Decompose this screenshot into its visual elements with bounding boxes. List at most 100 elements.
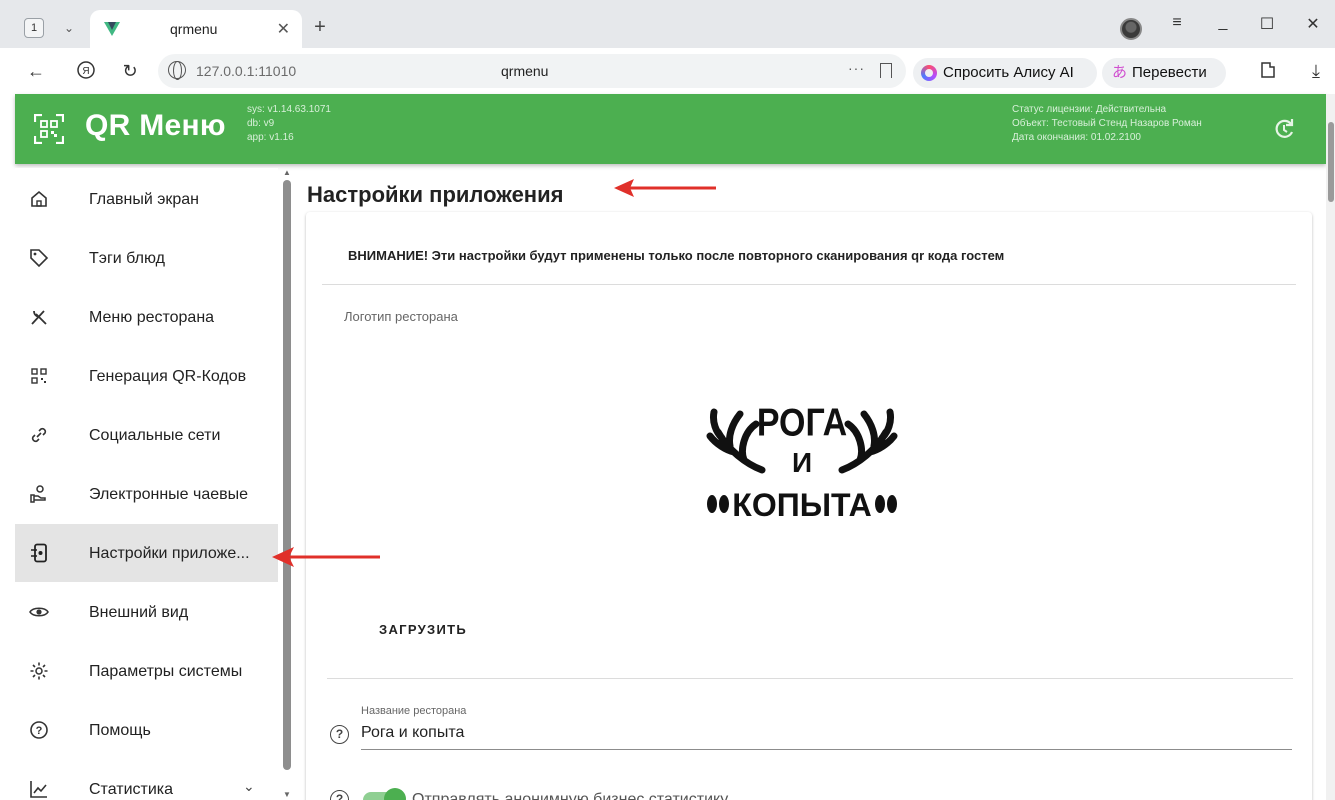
sidebar-item-label: Статистика xyxy=(89,781,174,798)
help-icon: ? xyxy=(30,721,48,739)
extensions-icon[interactable] xyxy=(1256,60,1280,85)
sidebar-item-app-settings[interactable]: Настройки приложе... xyxy=(15,524,278,582)
gear-icon xyxy=(30,662,48,680)
browser-tab[interactable]: qrmenu ✕ xyxy=(90,10,302,48)
reload-icon[interactable]: ↻ xyxy=(118,60,142,82)
sidebar-item-label: Параметры системы xyxy=(89,663,243,680)
address-bar[interactable]: 127.0.0.1:11010 qrmenu ··· xyxy=(158,54,906,88)
close-window-icon[interactable]: ✕ xyxy=(1298,14,1328,34)
sidebar-item-label: Настройки приложе... xyxy=(89,545,250,562)
address-page-title: qrmenu xyxy=(501,63,549,79)
app-version: app: v1.16 xyxy=(247,132,294,143)
sidebar-item-social[interactable]: Социальные сети xyxy=(15,406,278,464)
ask-alice-label: Спросить Алису AI xyxy=(943,64,1074,81)
sys-version: sys: v1.14.63.1071 xyxy=(247,104,331,115)
logo-text-line-3: КОПЫТА xyxy=(732,487,871,523)
chevron-down-icon[interactable]: ⌄ xyxy=(243,778,255,795)
page-scrollbar-thumb[interactable] xyxy=(1328,122,1334,202)
sidebar-item-dish-tags[interactable]: Тэги блюд xyxy=(15,229,278,287)
ask-alice-button[interactable]: Спросить Алису AI xyxy=(913,58,1097,88)
avatar[interactable] xyxy=(1120,18,1142,40)
tab-title: qrmenu xyxy=(170,21,218,37)
globe-icon xyxy=(168,61,186,80)
sidebar-scrollbar[interactable] xyxy=(283,180,291,770)
page-title: Настройки приложения xyxy=(307,182,564,207)
divider xyxy=(322,284,1296,285)
restaurant-name-underline xyxy=(361,749,1292,750)
sidebar-item-label: Социальные сети xyxy=(89,427,221,444)
sidebar-item-label: Меню ресторана xyxy=(89,309,215,326)
yandex-icon[interactable]: Я xyxy=(74,60,98,85)
anon-stats-label: Отправлять анонимную бизнес статистику xyxy=(412,791,729,800)
upload-logo-button[interactable]: ЗАГРУЗИТЬ xyxy=(360,610,486,650)
sidebar-item-home[interactable]: Главный экран xyxy=(15,170,278,228)
new-tab-button[interactable]: + xyxy=(308,16,332,40)
address-url: 127.0.0.1:11010 xyxy=(196,63,297,79)
svg-text:?: ? xyxy=(36,725,43,737)
sidebar-item-label: Главный экран xyxy=(89,191,200,208)
menu-icon[interactable]: ≡ xyxy=(1162,14,1192,32)
svg-text:Я: Я xyxy=(82,66,89,77)
vue-favicon-icon xyxy=(104,22,120,36)
sidebar-item-tips[interactable]: Электронные чаевые xyxy=(15,465,278,523)
sidebar-item-label: Тэги блюд xyxy=(89,250,165,267)
tag-icon xyxy=(30,249,49,268)
sidebar-item-label: Электронные чаевые xyxy=(89,486,249,503)
sidebar-item-system-params[interactable]: Параметры системы xyxy=(15,642,278,700)
divider xyxy=(327,678,1293,679)
sidebar-item-appearance[interactable]: Внешний вид xyxy=(15,583,278,641)
refresh-icon[interactable] xyxy=(1271,116,1297,142)
sidebar-item-restaurant-menu[interactable]: Меню ресторана xyxy=(15,288,278,346)
chart-icon xyxy=(30,781,47,798)
version-info: sys: v1.14.63.1071 db: v9 app: v1.16 xyxy=(247,103,331,145)
maximize-icon[interactable]: ☐ xyxy=(1252,14,1282,34)
cutlery-icon xyxy=(31,310,47,325)
qr-logo-icon xyxy=(34,114,64,144)
license-status: Статус лицензии: Действительна xyxy=(1012,104,1167,115)
browser-navbar: ← Я ↻ 127.0.0.1:11010 qrmenu ··· Спросит… xyxy=(0,48,1335,94)
download-icon[interactable]: ⤓ xyxy=(1304,60,1328,82)
restaurant-logo-image: РОГА И КОПЫТА xyxy=(706,400,898,523)
tab-count-badge[interactable]: 1 xyxy=(24,18,44,38)
app-settings-icon xyxy=(31,543,47,563)
tip-hand-icon xyxy=(30,485,46,503)
translate-icon: あ xyxy=(1112,64,1128,81)
db-version: db: v9 xyxy=(247,118,275,129)
alice-icon xyxy=(921,65,937,81)
sidebar-item-statistics[interactable]: Статистика ⌄ xyxy=(15,760,278,800)
annotation-arrow-icon xyxy=(614,179,716,197)
sidebar-item-help[interactable]: ? Помощь xyxy=(15,701,278,759)
license-info: Статус лицензии: Действительна Объект: Т… xyxy=(1012,103,1202,145)
restaurant-name-label: Название ресторана xyxy=(361,705,467,717)
translate-label: Перевести xyxy=(1132,64,1207,81)
logo-text-line-1: РОГА xyxy=(757,400,847,444)
app-header: QR Меню sys: v1.14.63.1071 db: v9 app: v… xyxy=(15,94,1326,164)
license-object: Объект: Тестовый Стенд Назаров Роман xyxy=(1012,118,1202,129)
sidebar-item-qr-generation[interactable]: Генерация QR-Кодов xyxy=(15,347,278,405)
logo-text-line-2: И xyxy=(792,447,812,478)
annotation-arrow-icon xyxy=(272,547,380,567)
sidebar-item-label: Помощь xyxy=(89,722,151,739)
help-icon[interactable]: ? xyxy=(330,725,349,744)
bookmark-icon[interactable] xyxy=(880,63,892,78)
logo-caption: Логотип ресторана xyxy=(344,309,458,324)
sidebar-scroll-up-arrow[interactable]: ▲ xyxy=(283,168,291,177)
eye-icon xyxy=(29,607,49,617)
home-icon xyxy=(31,190,47,207)
back-arrow-icon[interactable]: ← xyxy=(24,60,48,82)
sidebar-item-label: Внешний вид xyxy=(89,604,189,621)
link-icon xyxy=(31,427,47,443)
restaurant-name-field[interactable]: Рога и копыта xyxy=(361,724,464,742)
app-name: QR Меню xyxy=(85,109,226,142)
more-dots-icon[interactable]: ··· xyxy=(848,60,865,76)
settings-warning: ВНИМАНИЕ! Эти настройки будут применены … xyxy=(348,248,1005,263)
qr-code-icon xyxy=(31,368,47,384)
sidebar: Главный экран Тэги блюд Меню ресторана Г… xyxy=(15,168,278,800)
license-expiry: Дата окончания: 01.02.2100 xyxy=(1012,132,1141,143)
sidebar-item-label: Генерация QR-Кодов xyxy=(89,368,247,385)
chevron-down-icon[interactable]: ⌄ xyxy=(56,16,82,40)
minimize-icon[interactable]: _ xyxy=(1208,14,1238,32)
translate-button[interactable]: あ Перевести xyxy=(1102,58,1226,88)
close-icon[interactable]: ✕ xyxy=(277,19,290,39)
sidebar-scroll-down-arrow[interactable]: ▼ xyxy=(283,790,291,799)
